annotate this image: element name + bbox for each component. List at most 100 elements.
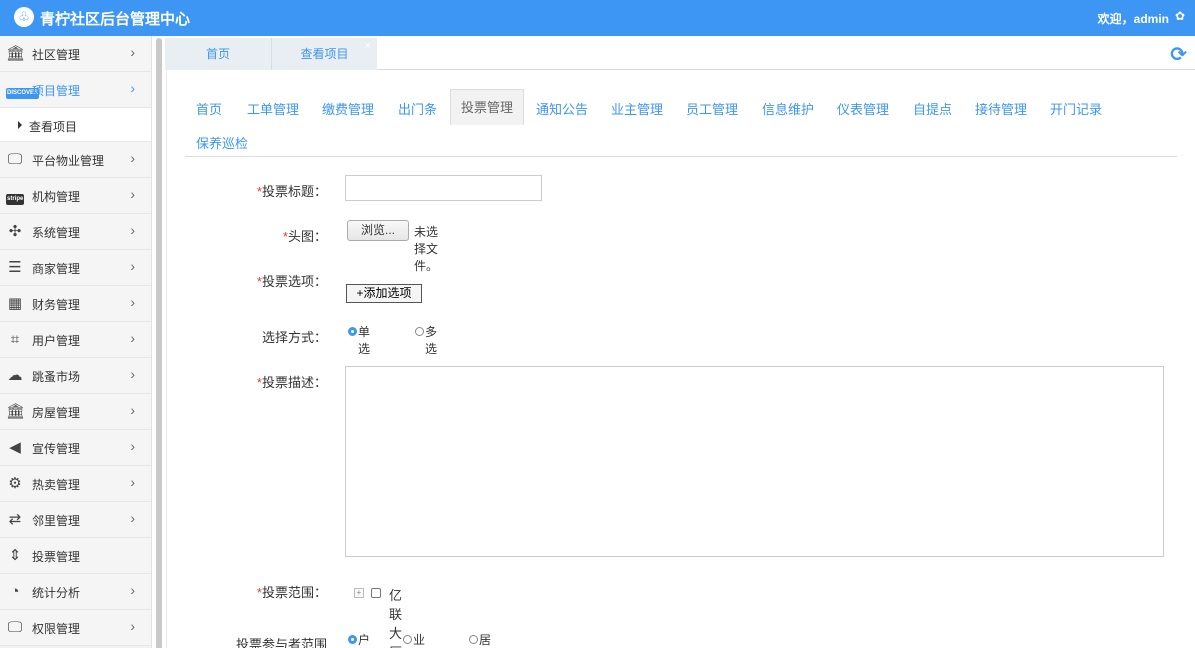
chevron-right-icon: › (130, 44, 135, 60)
sidebar-item-label: 邻里管理 (32, 514, 81, 528)
refresh-icon[interactable]: ⟳ (1170, 42, 1187, 67)
chevron-right-icon: › (130, 474, 135, 490)
cloud-icon: ☁ (7, 367, 23, 384)
owner-label: 业主 (413, 633, 426, 647)
participant-scope-label: 投票参与者范围 (235, 637, 327, 648)
vote-description-textarea[interactable] (345, 366, 1164, 557)
radio-owner[interactable] (403, 635, 412, 644)
scope-checkbox[interactable] (371, 588, 381, 598)
retweet-icon: ⇄ (8, 511, 22, 528)
resident-label: 居民 (479, 633, 492, 647)
tab-view-project[interactable]: 查看项目 × (271, 38, 377, 70)
sidebar-item-merchant[interactable]: ☰ 商家管理 › (0, 250, 151, 286)
sidebar-item-project[interactable]: DISCOVER 项目管理 › (0, 72, 151, 108)
sidebar-item-label: 平台物业管理 (32, 154, 105, 168)
calculator-icon: ▦ (7, 295, 23, 312)
sidebar-item-property[interactable]: 🖵 平台物业管理 › (0, 142, 151, 178)
module-tab-reception[interactable]: 接待管理 (975, 99, 1027, 118)
module-tab-staff[interactable]: 员工管理 (686, 99, 738, 118)
sidebar-item-system[interactable]: ✣ 系统管理 › (0, 214, 151, 250)
discover-card-icon: DISCOVER (6, 81, 40, 99)
sidebar-item-permission[interactable]: 🖵 权限管理 › (0, 610, 151, 646)
browse-file-button[interactable]: 浏览... (347, 220, 409, 241)
sidebar-item-statistics[interactable]: ◔ 统计分析 › (0, 574, 151, 610)
tab-label: 查看项目 (300, 47, 349, 61)
sidebar-item-label: 投票管理 (32, 550, 81, 564)
sidebar-item-label: 系统管理 (32, 226, 81, 240)
app-title: 青柠社区后台管理中心 (40, 11, 191, 28)
welcome-user-menu[interactable]: 欢迎，admin (1098, 10, 1169, 27)
caret-right-icon (18, 121, 22, 129)
chevron-right-icon: › (130, 258, 135, 274)
chevron-right-icon: › (130, 330, 135, 346)
module-tab-home[interactable]: 首页 (196, 99, 222, 118)
sidebar-item-label: 机构管理 (32, 190, 81, 204)
selection-mode-label: 选择方式： (261, 330, 327, 345)
module-tab-meter[interactable]: 仪表管理 (837, 99, 889, 118)
module-tab-maintenance[interactable]: 保养巡检 (196, 133, 248, 152)
sidebar-scrollbar[interactable] (154, 36, 164, 648)
circle-notch-icon: ⚙ (8, 475, 22, 492)
module-tab-work-order[interactable]: 工单管理 (247, 99, 299, 118)
gear-icon[interactable]: ✿ (1175, 9, 1185, 23)
sidebar-item-community[interactable]: 🏛 社区管理 › (0, 36, 151, 72)
sidebar-item-label: 统计分析 (32, 586, 81, 600)
module-tab-owner[interactable]: 业主管理 (611, 99, 663, 118)
chevron-right-icon: › (130, 150, 135, 166)
scrollbar-thumb[interactable] (156, 38, 162, 648)
chevron-right-icon: › (130, 402, 135, 418)
module-tab-notice[interactable]: 通知公告 (536, 99, 588, 118)
radio-household[interactable] (348, 635, 357, 644)
volume-icon: ◀ (9, 439, 21, 456)
chevron-right-icon: › (130, 510, 135, 526)
chevron-right-icon: › (130, 438, 135, 454)
sidebar-subitem-view-project[interactable]: 查看项目 (0, 108, 151, 142)
tab-home[interactable]: 首页 (165, 38, 271, 70)
yelp-icon: ✣ (8, 223, 22, 240)
chevron-right-icon: › (130, 582, 135, 598)
desktop-icon: 🖵 (7, 619, 23, 636)
crop-icon: ⌗ (10, 331, 20, 348)
radio-single-choice[interactable] (348, 327, 357, 336)
main-content: 首页 工单管理 缴费管理 出门条 投票管理 通知公告 业主管理 员工管理 信息维… (166, 70, 1195, 648)
tab-label: 首页 (205, 47, 230, 61)
module-tab-info[interactable]: 信息维护 (762, 99, 814, 118)
module-tab-pickup[interactable]: 自提点 (913, 99, 952, 118)
sidebar-item-flea-market[interactable]: ☁ 跳蚤市场 › (0, 358, 151, 394)
vote-options-label: *投票选项： (256, 274, 327, 289)
add-option-button[interactable]: +添加选项 (346, 284, 422, 303)
sidebar-item-neighborhood[interactable]: ⇄ 邻里管理 › (0, 502, 151, 538)
module-nav: 首页 工单管理 缴费管理 出门条 投票管理 通知公告 业主管理 员工管理 信息维… (185, 88, 1177, 157)
sidebar-item-promotion[interactable]: ◀ 宣传管理 › (0, 430, 151, 466)
sidebar-item-user[interactable]: ⌗ 用户管理 › (0, 322, 151, 358)
single-choice-label: 单选 (358, 325, 371, 356)
module-tab-door-log[interactable]: 开门记录 (1050, 99, 1102, 118)
multi-choice-label: 多选 (425, 325, 438, 356)
module-tab-voting[interactable]: 投票管理 (450, 89, 525, 125)
radio-multi-choice[interactable] (415, 327, 424, 336)
module-tab-payment[interactable]: 缴费管理 (322, 99, 374, 118)
sidebar-item-label: 宣传管理 (32, 442, 81, 456)
sidebar-item-label: 社区管理 (32, 48, 81, 62)
sidebar-item-organization[interactable]: stripe 机构管理 › (0, 178, 151, 214)
cover-image-label: *头图： (282, 229, 327, 244)
radio-resident[interactable] (469, 635, 478, 644)
chevron-right-icon: › (130, 222, 135, 238)
tree-expand-icon[interactable]: + (354, 588, 364, 598)
vote-scope-label: *投票范围： (256, 585, 327, 600)
close-icon[interactable]: × (365, 30, 371, 62)
module-tab-exit-pass[interactable]: 出门条 (398, 99, 437, 118)
app-logo-icon: ♧ (14, 7, 34, 27)
sidebar-item-label: 项目管理 (32, 84, 81, 98)
sidebar-item-label: 用户管理 (32, 334, 81, 348)
vote-title-input[interactable] (345, 175, 542, 201)
chevron-right-icon: › (130, 80, 135, 96)
monitor-icon: 🖵 (7, 151, 23, 168)
sidebar-item-housing[interactable]: 🏛 房屋管理 › (0, 394, 151, 430)
sidebar-item-hot-sale[interactable]: ⚙ 热卖管理 › (0, 466, 151, 502)
scope-item-label: 亿联大厦2 (389, 588, 403, 648)
chevron-right-icon: › (130, 294, 135, 310)
sidebar-item-finance[interactable]: ▦ 财务管理 › (0, 286, 151, 322)
sidebar-item-label: 商家管理 (32, 262, 81, 276)
sidebar-item-voting[interactable]: ⇕ 投票管理 (0, 538, 151, 574)
